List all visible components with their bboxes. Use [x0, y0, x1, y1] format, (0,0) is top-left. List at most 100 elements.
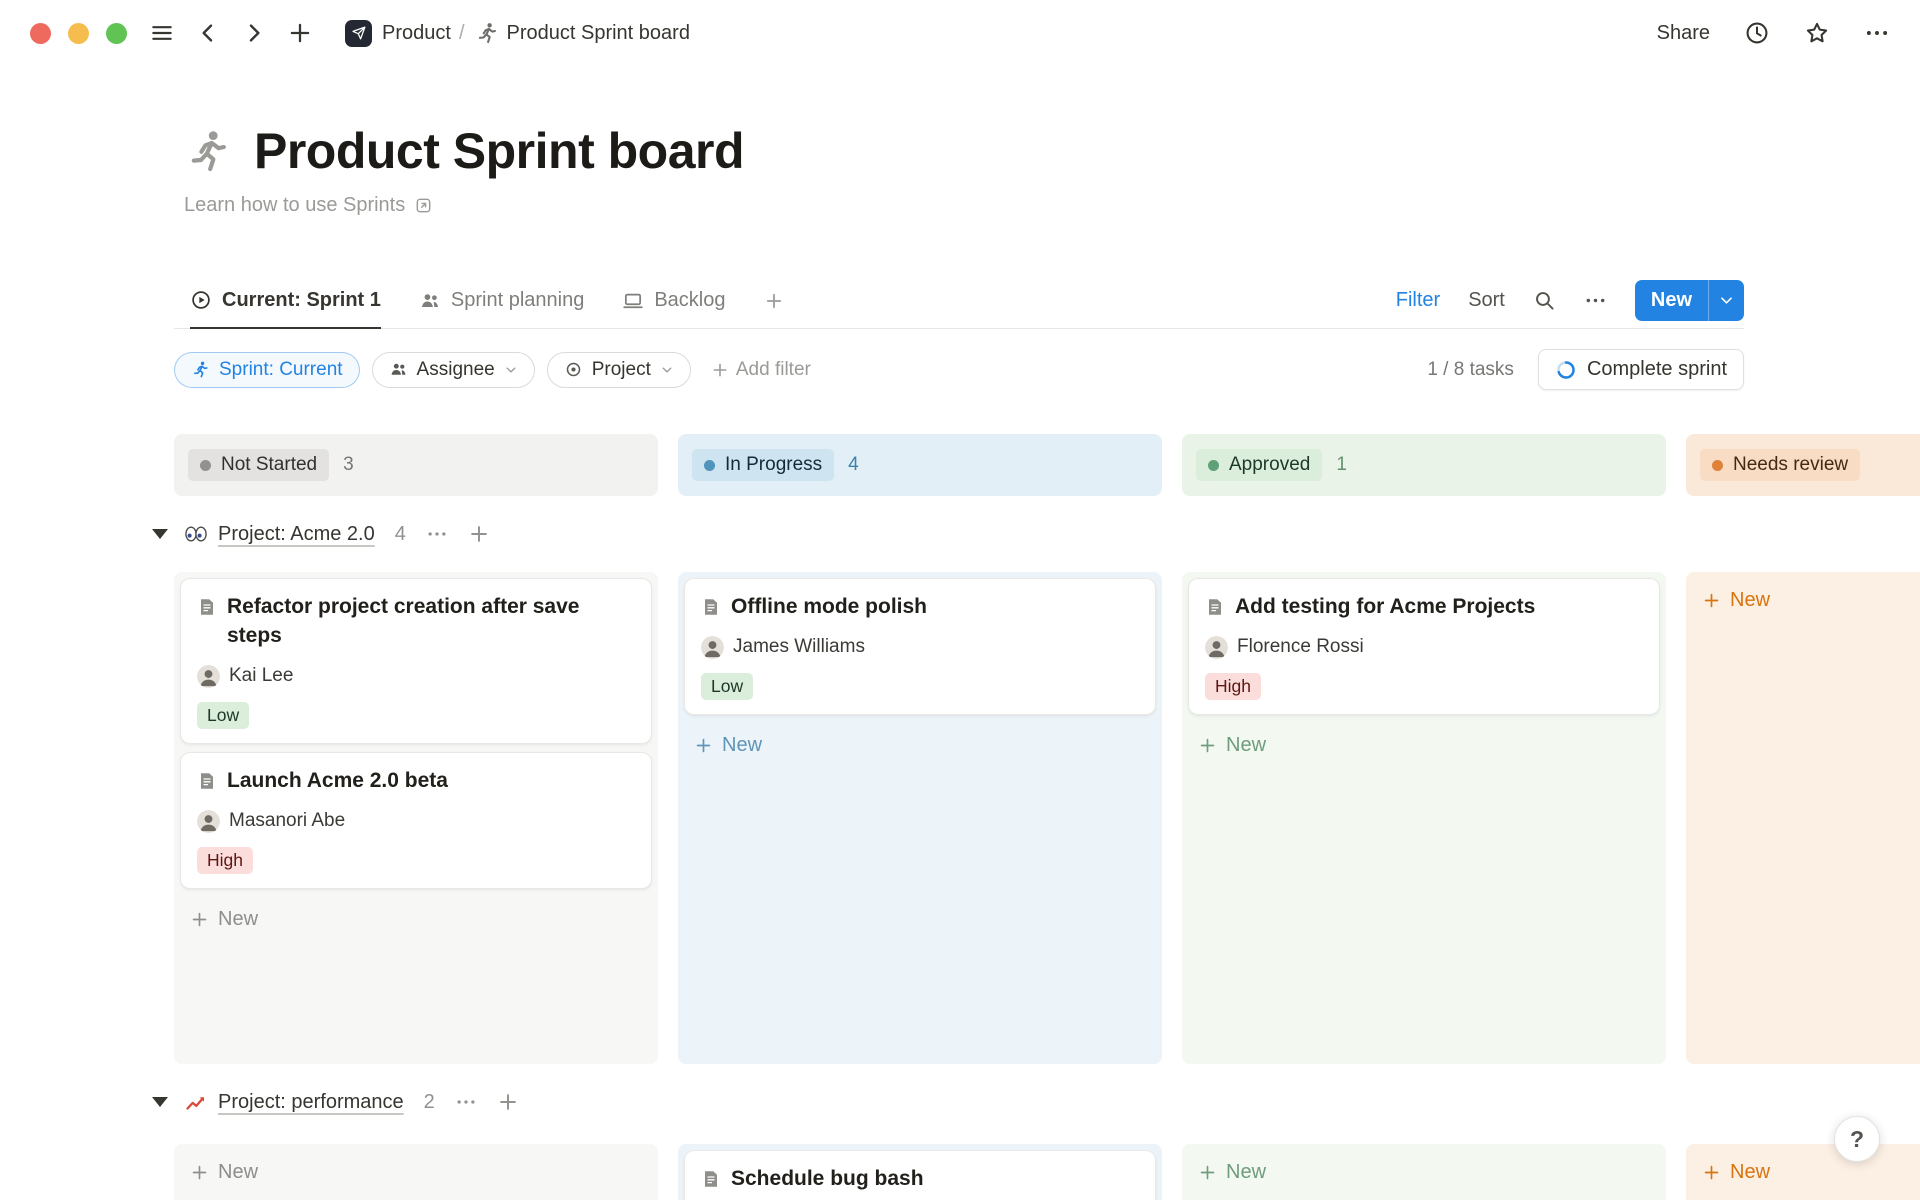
- column-header-not-started[interactable]: Not Started 3: [174, 434, 658, 496]
- group-add-icon[interactable]: [468, 523, 490, 545]
- new-card-button[interactable]: New: [1188, 1150, 1660, 1195]
- column-needs-review: New: [1686, 572, 1920, 1064]
- group-name[interactable]: Project: performance: [218, 1091, 404, 1114]
- task-card[interactable]: Launch Acme 2.0 beta Masanori Abe High: [180, 752, 652, 889]
- column-header-approved[interactable]: Approved 1: [1182, 434, 1666, 496]
- new-task-dropdown[interactable]: [1709, 280, 1744, 321]
- window-topbar: Product / Product Sprint board Share: [0, 0, 1920, 66]
- page-header: Product Sprint board Learn how to use Sp…: [184, 122, 1920, 217]
- task-card[interactable]: Offline mode polish James Williams Low: [684, 578, 1156, 715]
- sprint-progress-icon: [1555, 359, 1577, 381]
- back-button[interactable]: [195, 20, 221, 46]
- new-card-button[interactable]: New: [1188, 723, 1660, 768]
- group-options-icon[interactable]: [426, 523, 448, 545]
- view-options-icon[interactable]: [1584, 289, 1607, 312]
- tab-sprint-planning[interactable]: Sprint planning: [419, 273, 584, 328]
- page-runner-icon[interactable]: [184, 127, 232, 175]
- runner-icon: [191, 360, 210, 379]
- sprint-filter-chip[interactable]: Sprint: Current: [174, 352, 360, 388]
- sprint-board: Not Started 3 In Progress 4 Approved 1 N…: [174, 434, 1920, 1200]
- priority-badge: High: [197, 847, 253, 874]
- column-name: Not Started: [221, 454, 317, 476]
- sidebar-menu-button[interactable]: [149, 20, 175, 46]
- status-pill: Not Started: [188, 449, 329, 481]
- task-card[interactable]: Refactor project creation after save ste…: [180, 578, 652, 744]
- priority-badge: High: [1205, 673, 1261, 700]
- chevron-down-icon: [1718, 292, 1735, 309]
- column-count: 3: [343, 454, 354, 476]
- page-doc-icon: [701, 1169, 721, 1189]
- zoom-window-button[interactable]: [106, 23, 127, 44]
- add-filter-button[interactable]: Add filter: [711, 359, 811, 381]
- card-title: Refactor project creation after save ste…: [227, 593, 635, 651]
- search-icon[interactable]: [1533, 289, 1556, 312]
- new-card-button[interactable]: New: [1692, 578, 1920, 623]
- project-filter-chip[interactable]: Project: [547, 352, 691, 388]
- status-pill: Needs review: [1700, 449, 1860, 481]
- new-card-button[interactable]: New: [180, 897, 652, 942]
- laptop-icon: [622, 290, 644, 312]
- group-add-icon[interactable]: [497, 1091, 519, 1113]
- card-title: Launch Acme 2.0 beta: [227, 767, 448, 796]
- complete-sprint-button[interactable]: Complete sprint: [1538, 349, 1744, 390]
- add-view-button[interactable]: [764, 273, 784, 328]
- new-card-label: New: [1730, 589, 1770, 612]
- plus-icon: [190, 1163, 209, 1182]
- runner-icon: [475, 21, 499, 45]
- new-card-label: New: [218, 1161, 258, 1184]
- column-headers: Not Started 3 In Progress 4 Approved 1 N…: [174, 434, 1920, 496]
- learn-link[interactable]: Learn how to use Sprints: [184, 194, 1920, 217]
- filter-button[interactable]: Filter: [1396, 289, 1440, 312]
- share-button[interactable]: Share: [1657, 22, 1710, 45]
- tab-backlog[interactable]: Backlog: [622, 273, 725, 328]
- plus-icon: [1702, 1163, 1721, 1182]
- breadcrumb: Product / Product Sprint board: [345, 20, 690, 47]
- column-header-needs-review[interactable]: Needs review: [1686, 434, 1920, 496]
- forward-button[interactable]: [241, 20, 267, 46]
- target-icon: [564, 360, 583, 379]
- new-card-label: New: [218, 908, 258, 931]
- new-task-label[interactable]: New: [1635, 280, 1708, 321]
- new-card-button[interactable]: New: [1692, 1150, 1920, 1195]
- page-doc-icon: [701, 597, 721, 617]
- tab-label: Sprint planning: [451, 289, 584, 312]
- people-icon: [419, 290, 441, 312]
- minimize-window-button[interactable]: [68, 23, 89, 44]
- status-dot-gray: [200, 460, 211, 471]
- group-options-icon[interactable]: [455, 1091, 477, 1113]
- task-card[interactable]: Schedule bug bash: [684, 1150, 1156, 1200]
- avatar: [1205, 636, 1228, 659]
- card-title: Schedule bug bash: [731, 1165, 924, 1194]
- new-card-button[interactable]: New: [684, 723, 1156, 768]
- plus-icon: [711, 361, 729, 379]
- chevron-down-icon: [660, 363, 674, 377]
- updates-clock-icon[interactable]: [1744, 20, 1770, 46]
- column-name: In Progress: [725, 454, 822, 476]
- favorite-star-icon[interactable]: [1804, 20, 1830, 46]
- new-card-label: New: [1226, 734, 1266, 757]
- collapse-triangle-icon[interactable]: [152, 1097, 168, 1107]
- filter-bar: Sprint: Current Assignee Project Add fil…: [174, 349, 1744, 390]
- column-not-started: Refactor project creation after save ste…: [174, 572, 658, 1064]
- task-card[interactable]: Add testing for Acme Projects Florence R…: [1188, 578, 1660, 715]
- collapse-triangle-icon[interactable]: [152, 529, 168, 539]
- new-page-button[interactable]: [287, 20, 313, 46]
- help-button[interactable]: ?: [1834, 1116, 1880, 1162]
- status-pill: Approved: [1196, 449, 1322, 481]
- close-window-button[interactable]: [30, 23, 51, 44]
- assignee-filter-chip[interactable]: Assignee: [372, 352, 535, 388]
- hamburger-icon: [149, 20, 175, 46]
- tab-current-sprint[interactable]: Current: Sprint 1: [190, 274, 381, 329]
- breadcrumb-team[interactable]: Product: [382, 22, 451, 45]
- new-task-button[interactable]: New: [1635, 280, 1744, 321]
- tab-label: Backlog: [654, 289, 725, 312]
- breadcrumb-page[interactable]: Product Sprint board: [507, 22, 690, 45]
- column-header-in-progress[interactable]: In Progress 4: [678, 434, 1162, 496]
- play-circle-icon: [190, 289, 212, 311]
- assignee-name: Kai Lee: [229, 665, 293, 687]
- sort-button[interactable]: Sort: [1468, 289, 1505, 312]
- group-name[interactable]: Project: Acme 2.0: [218, 523, 375, 546]
- column-name: Needs review: [1733, 454, 1848, 476]
- new-card-button[interactable]: New: [180, 1150, 652, 1195]
- more-options-icon[interactable]: [1864, 20, 1890, 46]
